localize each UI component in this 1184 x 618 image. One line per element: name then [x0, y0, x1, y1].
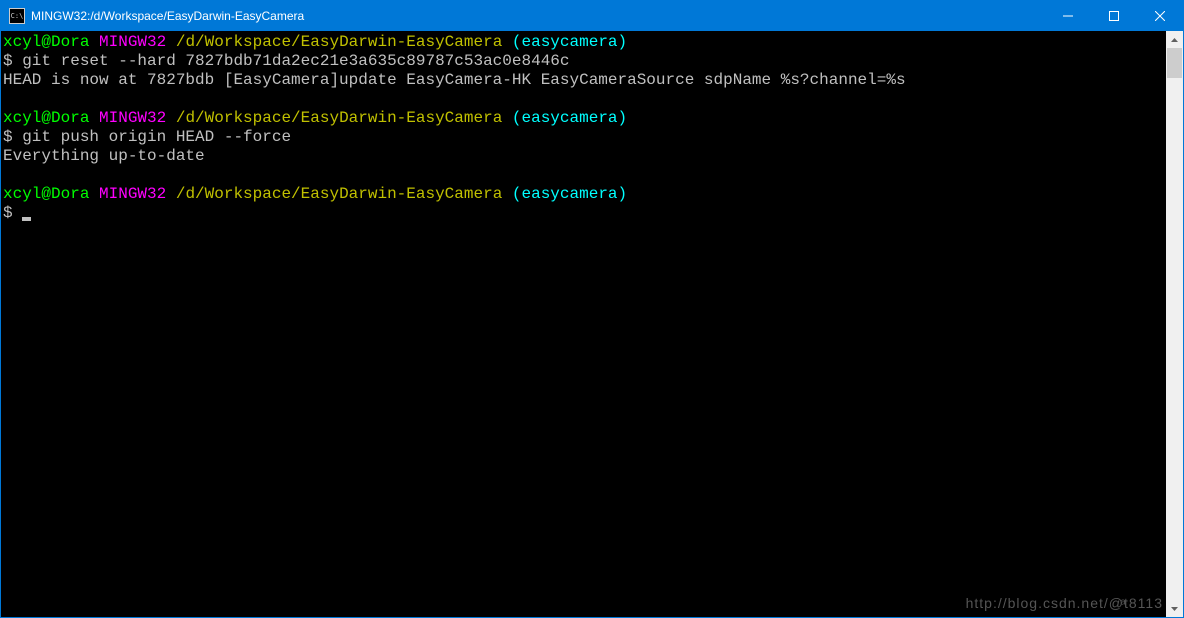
prompt-branch: (easycamera) [502, 185, 627, 203]
prompt-line: xcyl@Dora MINGW32 /d/Workspace/EasyDarwi… [3, 109, 1164, 128]
cursor-icon [22, 217, 31, 221]
scroll-up-icon[interactable] [1166, 31, 1183, 48]
output-line: HEAD is now at 7827bdb [EasyCamera]updat… [3, 71, 1164, 90]
window-title: MINGW32:/d/Workspace/EasyDarwin-EasyCame… [31, 9, 1045, 23]
terminal-container: xcyl@Dora MINGW32 /d/Workspace/EasyDarwi… [1, 31, 1183, 617]
prompt-sys: MINGW32 [89, 109, 166, 127]
command-line: $ git push origin HEAD --force [3, 128, 1164, 147]
prompt-branch: (easycamera) [502, 109, 627, 127]
prompt-path: /d/Workspace/EasyDarwin-EasyCamera [166, 185, 502, 203]
prompt-branch: (easycamera) [502, 33, 627, 51]
current-prompt[interactable]: $ [3, 204, 1164, 223]
prompt-sys: MINGW32 [89, 33, 166, 51]
prompt-user: xcyl@Dora [3, 33, 89, 51]
command-line: $ git reset --hard 7827bdb71da2ec21e3a63… [3, 52, 1164, 71]
prompt-line: xcyl@Dora MINGW32 /d/Workspace/EasyDarwi… [3, 33, 1164, 52]
scroll-down-icon[interactable] [1166, 600, 1183, 617]
close-button[interactable] [1137, 1, 1183, 31]
terminal-window: C:\ MINGW32:/d/Workspace/EasyDarwin-Easy… [0, 0, 1184, 618]
blank-line [3, 166, 1164, 185]
prompt-user: xcyl@Dora [3, 109, 89, 127]
minimize-button[interactable] [1045, 1, 1091, 31]
app-icon: C:\ [9, 8, 25, 24]
prompt-user: xcyl@Dora [3, 185, 89, 203]
maximize-button[interactable] [1091, 1, 1137, 31]
prompt-line: xcyl@Dora MINGW32 /d/Workspace/EasyDarwi… [3, 185, 1164, 204]
titlebar[interactable]: C:\ MINGW32:/d/Workspace/EasyDarwin-Easy… [1, 1, 1183, 31]
scrollbar[interactable] [1166, 31, 1183, 617]
terminal-content[interactable]: xcyl@Dora MINGW32 /d/Workspace/EasyDarwi… [1, 31, 1166, 617]
window-controls [1045, 1, 1183, 31]
scroll-thumb[interactable] [1167, 48, 1182, 78]
prompt-sys: MINGW32 [89, 185, 166, 203]
prompt-path: /d/Workspace/EasyDarwin-EasyCamera [166, 109, 502, 127]
blank-line [3, 90, 1164, 109]
output-line: Everything up-to-date [3, 147, 1164, 166]
prompt-path: /d/Workspace/EasyDarwin-EasyCamera [166, 33, 502, 51]
